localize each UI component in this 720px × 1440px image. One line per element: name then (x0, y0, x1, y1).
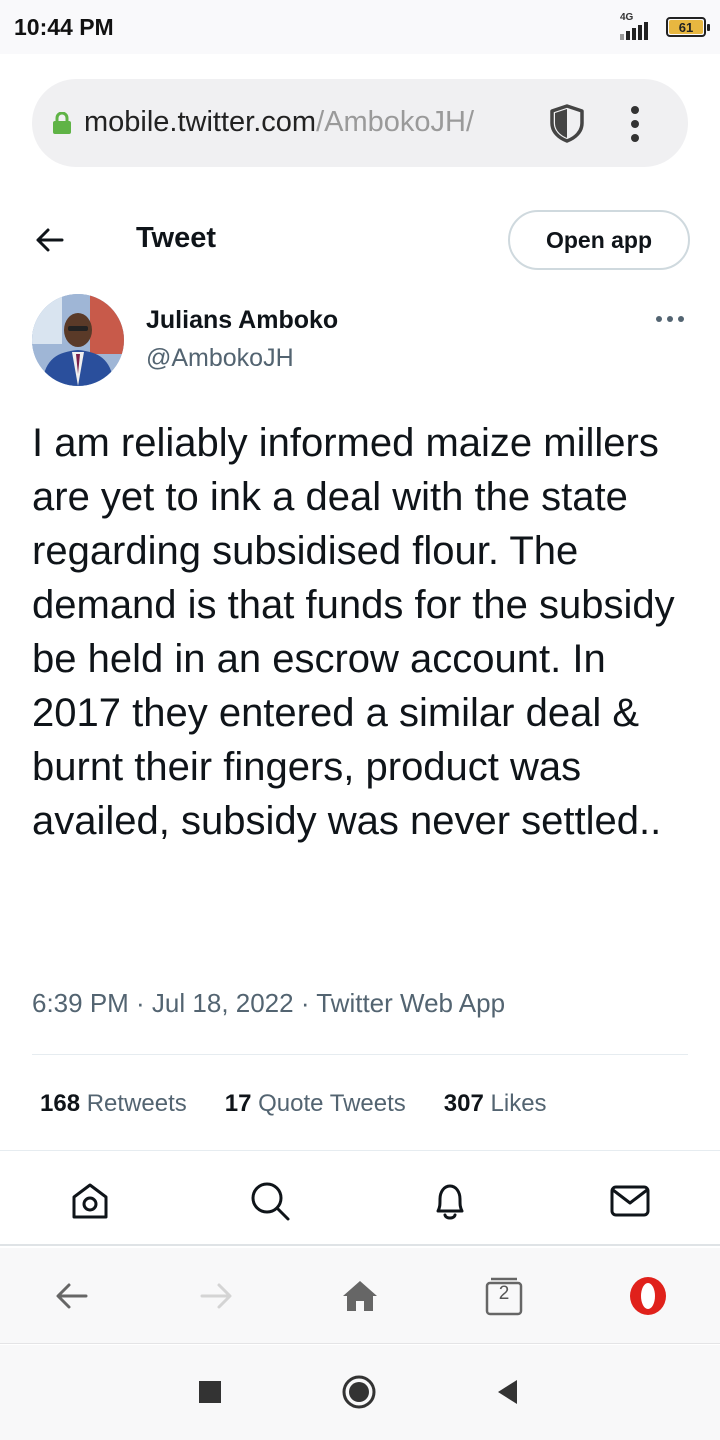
stat-retweets[interactable]: 168 Retweets (40, 1090, 187, 1118)
search-icon[interactable] (248, 1179, 292, 1223)
stat-label: Retweets (86, 1090, 187, 1117)
author-name[interactable]: Julians Amboko (146, 306, 338, 335)
divider (32, 1054, 688, 1055)
stat-count: 307 (443, 1090, 484, 1117)
browser-bottom-bar (0, 1248, 720, 1344)
more-options-icon[interactable] (654, 310, 686, 328)
status-time: 10:44 PM (14, 14, 114, 40)
stat-quote-tweets[interactable]: 17 Quote Tweets (225, 1090, 406, 1118)
back-arrow-icon[interactable] (32, 222, 68, 258)
tab-count: 2 (498, 1283, 510, 1304)
home-circle-icon[interactable] (341, 1374, 377, 1410)
forward-arrow-icon[interactable] (196, 1276, 236, 1316)
home-icon[interactable] (340, 1276, 380, 1316)
tweet-text: I am reliably informed maize millers are… (32, 421, 675, 843)
mail-icon[interactable] (608, 1179, 652, 1223)
author-handle[interactable]: @AmbokoJH (146, 344, 294, 373)
menu-kebab-icon[interactable] (628, 105, 642, 143)
url-host: mobile.twitter.com (84, 106, 317, 138)
twitter-bottom-nav (0, 1150, 720, 1246)
stat-count: 168 (40, 1090, 81, 1117)
shield-icon[interactable] (548, 103, 586, 143)
stat-label: Likes (490, 1090, 547, 1117)
recents-icon[interactable] (192, 1374, 228, 1410)
page-title: Tweet (136, 222, 217, 254)
tweet-meta: 6:39 PM · Jul 18, 2022 · Twitter Web App (32, 988, 506, 1018)
url-path: /AmbokoJH/ (316, 106, 475, 138)
address-bar[interactable]: mobile.twitter.com/AmbokoJH/ (32, 79, 688, 167)
back-arrow-icon[interactable] (52, 1276, 92, 1316)
lock-icon (53, 112, 71, 134)
bell-icon[interactable] (428, 1179, 472, 1223)
opera-icon[interactable] (628, 1276, 668, 1316)
open-app-button[interactable]: Open app (508, 210, 690, 270)
stat-count: 17 (224, 1090, 252, 1117)
url-text[interactable]: mobile.twitter.com/AmbokoJH/ (84, 106, 554, 139)
home-icon[interactable] (68, 1179, 112, 1223)
tweet-stats: 168 Retweets 17 Quote Tweets 307 Likes (40, 1090, 547, 1118)
battery-level: 61 (669, 20, 703, 35)
stat-label: Quote Tweets (258, 1090, 406, 1117)
stat-likes[interactable]: 307 Likes (444, 1090, 547, 1118)
status-indicators: 4G 61 (618, 12, 710, 42)
system-nav-bar (0, 1345, 720, 1440)
battery-icon: 61 (666, 17, 710, 37)
back-triangle-icon[interactable] (490, 1374, 526, 1410)
avatar[interactable] (32, 294, 124, 386)
status-bar: 10:44 PM 4G 61 (0, 0, 720, 54)
signal-icon: 4G (618, 12, 658, 42)
